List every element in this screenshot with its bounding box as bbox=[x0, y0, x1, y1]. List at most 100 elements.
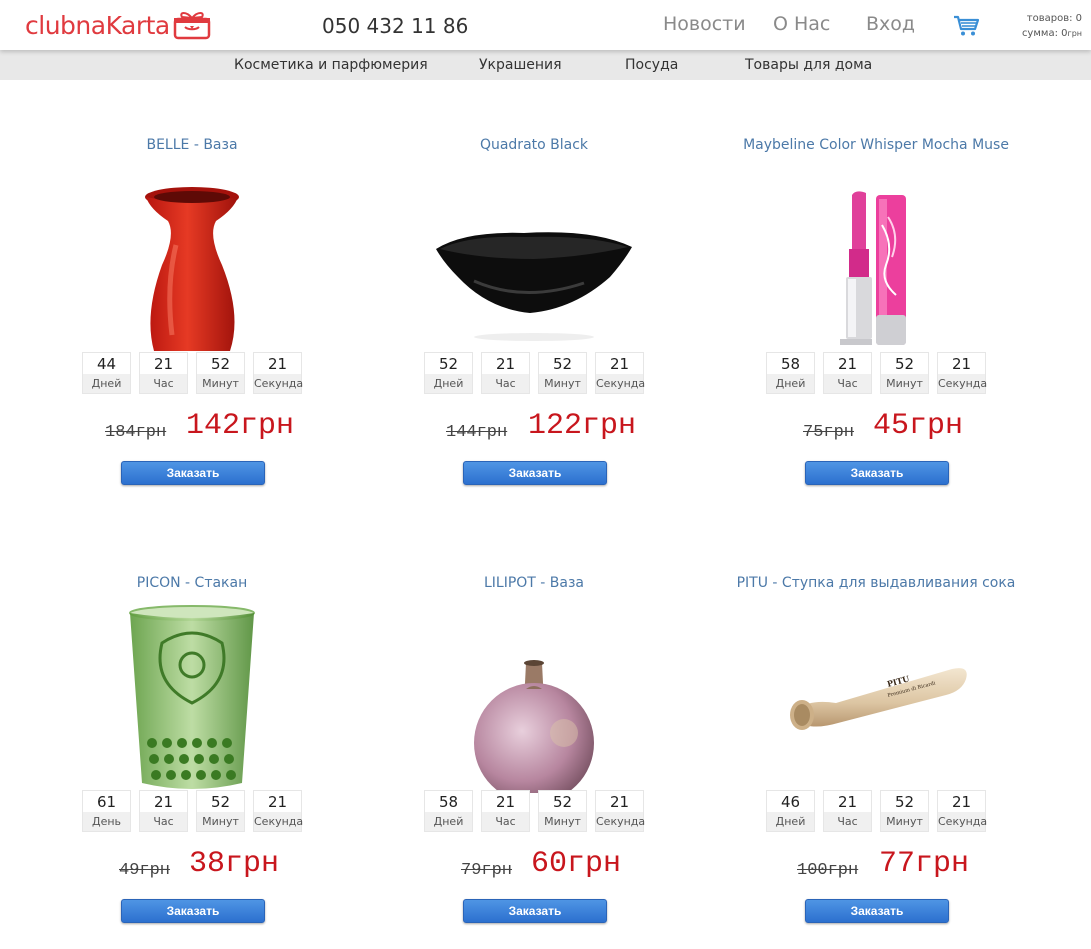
cart-sum: сумма: 0грн bbox=[1021, 28, 1082, 39]
timer-minutes-label: Минут bbox=[197, 374, 244, 393]
timer-minutes-value: 52 bbox=[210, 793, 231, 811]
timer-minutes: 52 Минут bbox=[196, 790, 245, 832]
timer-seconds-value: 21 bbox=[267, 793, 288, 811]
nav-news[interactable]: Новости bbox=[663, 13, 746, 35]
timer-seconds: 21 Секунда bbox=[253, 790, 303, 832]
timer-days-value: 58 bbox=[780, 355, 801, 373]
timer-minutes-value: 52 bbox=[894, 355, 915, 373]
timer-seconds-label: Секунда bbox=[254, 812, 303, 831]
timer-minutes-label: Минут bbox=[881, 374, 928, 393]
timer-hours-value: 21 bbox=[495, 355, 516, 373]
category-tableware[interactable]: Посуда bbox=[625, 57, 678, 73]
countdown-timer: 58 Дней 21 Час 52 Минут 21 Секунда bbox=[735, 352, 1019, 394]
timer-hours: 21 Час bbox=[823, 352, 872, 394]
timer-minutes: 52 Минут bbox=[880, 790, 929, 832]
phone-number: 050 432 11 86 bbox=[322, 14, 469, 38]
timer-days: 61 День bbox=[82, 790, 131, 832]
timer-minutes: 52 Минут bbox=[196, 352, 245, 394]
top-header: clubnaKarta 050 432 11 86 Новости О Нас … bbox=[0, 0, 1091, 50]
timer-days: 46 Дней bbox=[766, 790, 815, 832]
order-button[interactable]: Заказать bbox=[463, 461, 607, 485]
timer-hours-label: Час bbox=[824, 374, 871, 393]
product-title[interactable]: LILIPOT - Ваза bbox=[364, 575, 704, 591]
old-price: 79грн bbox=[461, 861, 513, 880]
timer-days-value: 46 bbox=[780, 793, 801, 811]
timer-hours: 21 Час bbox=[139, 790, 188, 832]
price-block: 100грн 77грн bbox=[706, 847, 1046, 883]
product-image-lipstick[interactable] bbox=[776, 165, 976, 355]
timer-days-label: Дней bbox=[767, 812, 814, 831]
cart-items-count: товаров: 0 bbox=[1026, 13, 1082, 24]
timer-seconds-label: Секунда bbox=[938, 374, 987, 393]
product-image-green-glass[interactable] bbox=[92, 603, 292, 793]
site-logo[interactable]: clubnaKarta bbox=[25, 9, 211, 41]
old-price: 75грн bbox=[803, 423, 855, 442]
product-title[interactable]: BELLE - Ваза bbox=[22, 137, 362, 153]
timer-hours-label: Час bbox=[482, 374, 529, 393]
price-block: 75грн 45грн bbox=[706, 409, 1046, 445]
timer-minutes-label: Минут bbox=[539, 374, 586, 393]
timer-hours: 21 Час bbox=[823, 790, 872, 832]
timer-hours-label: Час bbox=[140, 374, 187, 393]
order-button[interactable]: Заказать bbox=[121, 461, 265, 485]
category-cosmetics[interactable]: Косметика и парфюмерия bbox=[234, 57, 428, 73]
old-price: 100грн bbox=[797, 861, 859, 880]
product-image-black-bowl[interactable] bbox=[434, 165, 634, 355]
order-button[interactable]: Заказать bbox=[805, 899, 949, 923]
nav-login[interactable]: Вход bbox=[866, 13, 915, 35]
price-block: 49грн 38грн bbox=[22, 847, 362, 883]
old-price: 184грн bbox=[105, 423, 167, 442]
timer-seconds: 21 Секунда bbox=[595, 790, 645, 832]
new-price: 142грн bbox=[186, 409, 295, 443]
order-button[interactable]: Заказать bbox=[121, 899, 265, 923]
product-title[interactable]: Quadrato Black bbox=[364, 137, 704, 153]
timer-minutes: 52 Минут bbox=[538, 352, 587, 394]
product-image-red-vase[interactable] bbox=[92, 165, 292, 355]
timer-minutes-label: Минут bbox=[539, 812, 586, 831]
timer-hours-value: 21 bbox=[153, 355, 174, 373]
timer-minutes: 52 Минут bbox=[538, 790, 587, 832]
timer-minutes-value: 52 bbox=[210, 355, 231, 373]
product-title[interactable]: PICON - Стакан bbox=[22, 575, 362, 591]
new-price: 38грн bbox=[189, 847, 280, 881]
timer-seconds-value: 21 bbox=[951, 793, 972, 811]
product-title[interactable]: Maybeline Color Whisper Mocha Muse bbox=[706, 137, 1046, 153]
product-image-wooden-muddler[interactable]: PITU Premium di Ricardi bbox=[776, 603, 976, 793]
timer-seconds-label: Секунда bbox=[596, 812, 645, 831]
timer-days: 58 Дней bbox=[766, 352, 815, 394]
countdown-timer: 58 Дней 21 Час 52 Минут 21 Секунда bbox=[393, 790, 677, 832]
gift-box-icon bbox=[173, 12, 211, 40]
countdown-timer: 52 Дней 21 Час 52 Минут 21 Секунда bbox=[393, 352, 677, 394]
timer-days-label: Дней bbox=[767, 374, 814, 393]
order-button[interactable]: Заказать bbox=[805, 461, 949, 485]
countdown-timer: 46 Дней 21 Час 52 Минут 21 Секунда bbox=[735, 790, 1019, 832]
timer-hours-label: Час bbox=[140, 812, 187, 831]
timer-days-value: 61 bbox=[96, 793, 117, 811]
cart-summary[interactable]: товаров: 0 сумма: 0грн bbox=[1022, 11, 1082, 41]
timer-seconds-value: 21 bbox=[267, 355, 288, 373]
timer-seconds-value: 21 bbox=[609, 793, 630, 811]
timer-days-value: 58 bbox=[438, 793, 459, 811]
product-title[interactable]: PITU - Ступка для выдавливания сока bbox=[706, 575, 1046, 591]
nav-about[interactable]: О Нас bbox=[773, 13, 830, 35]
timer-minutes-value: 52 bbox=[552, 793, 573, 811]
timer-seconds: 21 Секунда bbox=[937, 790, 987, 832]
old-price: 49грн bbox=[119, 861, 171, 880]
price-block: 184грн 142грн bbox=[22, 409, 362, 445]
timer-hours-label: Час bbox=[824, 812, 871, 831]
category-home-goods[interactable]: Товары для дома bbox=[745, 57, 872, 73]
timer-days-label: Дней bbox=[83, 374, 130, 393]
timer-hours-value: 21 bbox=[495, 793, 516, 811]
new-price: 77грн bbox=[879, 847, 970, 881]
timer-minutes-value: 52 bbox=[894, 793, 915, 811]
timer-days-value: 44 bbox=[96, 355, 117, 373]
timer-minutes: 52 Минут bbox=[880, 352, 929, 394]
order-button[interactable]: Заказать bbox=[463, 899, 607, 923]
timer-seconds-value: 21 bbox=[951, 355, 972, 373]
category-jewelry[interactable]: Украшения bbox=[479, 57, 562, 73]
countdown-timer: 61 День 21 Час 52 Минут 21 Секунда bbox=[51, 790, 335, 832]
new-price: 45грн bbox=[873, 409, 964, 443]
timer-minutes-label: Минут bbox=[197, 812, 244, 831]
shopping-cart-icon[interactable] bbox=[953, 15, 979, 37]
product-image-round-vase[interactable] bbox=[434, 603, 634, 793]
